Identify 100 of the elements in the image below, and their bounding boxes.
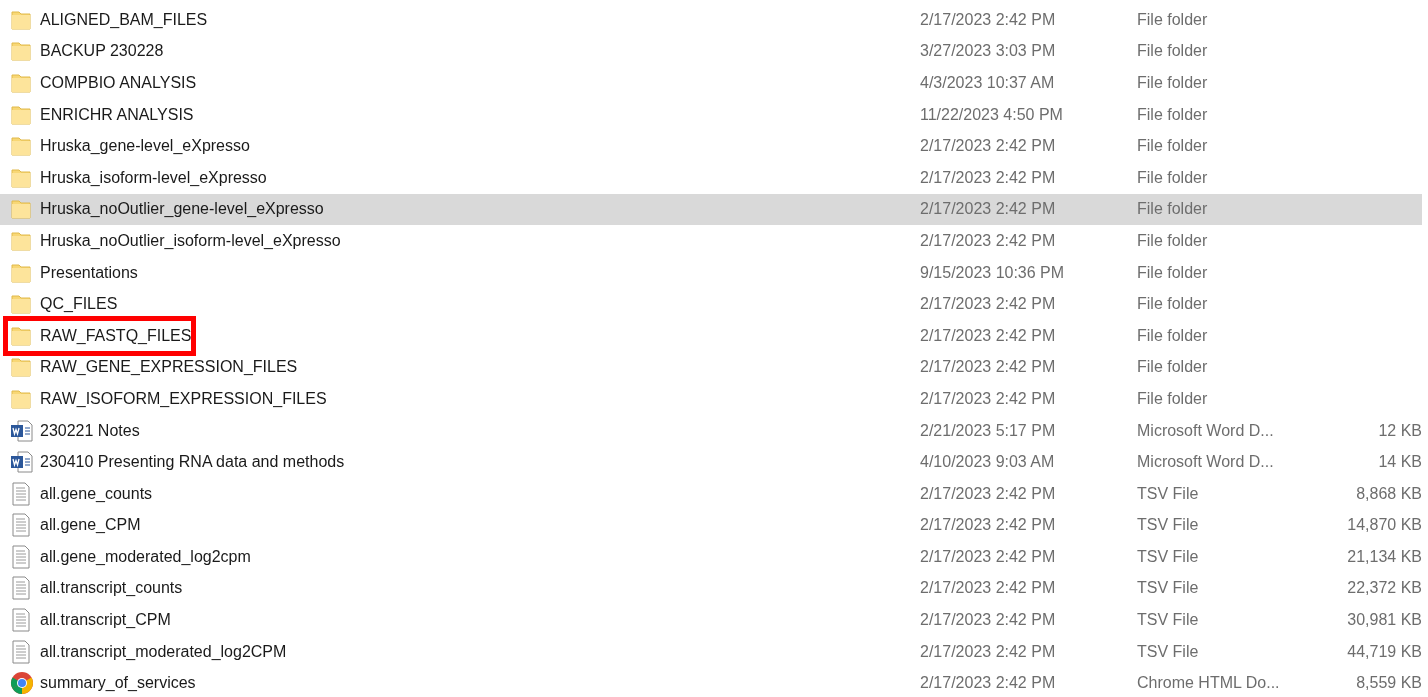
file-size: 30,981 KB — [1347, 610, 1422, 631]
file-row[interactable]: COMPBIO ANALYSIS 4/3/2023 10:37 AM File folder — [0, 67, 1422, 99]
file-name: Hruska_noOutlier_gene-level_eXpresso — [40, 199, 325, 220]
file-type: File folder — [1137, 357, 1209, 378]
file-type: File folder — [1137, 104, 1209, 125]
date-modified: 2/21/2023 5:17 PM — [920, 420, 1057, 441]
file-name: ALIGNED_BAM_FILES — [40, 9, 209, 30]
file-row[interactable]: RAW_ISOFORM_EXPRESSION_FILES 2/17/2023 2:42 PM File folder — [0, 383, 1422, 415]
file-row[interactable]: all.gene_counts 2/17/2023 2:42 PM TSV File 8,868 KB — [0, 477, 1422, 510]
file-row[interactable]: all.transcript_CPM 2/17/2023 2:42 PM TSV File 30,981 KB — [0, 604, 1422, 636]
file-row[interactable]: all.gene_CPM 2/17/2023 2:42 PM TSV File 14,870 KB — [0, 509, 1422, 542]
file-row[interactable]: RAW_FASTQ_FILES 2/17/2023 2:42 PM File folder — [0, 319, 1422, 352]
file-name: 230221 Notes — [40, 420, 141, 441]
folder-icon — [10, 261, 32, 284]
file-size: 12 KB — [1378, 420, 1422, 441]
folder-icon — [10, 387, 32, 410]
date-modified: 2/17/2023 2:42 PM — [920, 325, 1057, 346]
file-name: ENRICHR ANALYSIS — [40, 104, 195, 125]
folder-icon — [10, 8, 32, 31]
text-document-icon — [10, 481, 32, 506]
date-modified: 2/17/2023 2:42 PM — [920, 199, 1057, 220]
file-type: Microsoft Word D... — [1137, 420, 1275, 441]
file-name: QC_FILES — [40, 294, 119, 315]
file-size: 14,870 KB — [1347, 515, 1422, 536]
file-type: Microsoft Word D... — [1137, 452, 1275, 473]
file-type: File folder — [1137, 41, 1209, 62]
date-modified: 2/17/2023 2:42 PM — [920, 483, 1057, 504]
date-modified: 2/17/2023 2:42 PM — [920, 357, 1057, 378]
file-row[interactable]: ENRICHR ANALYSIS 11/22/2023 4:50 PM File folder — [0, 98, 1422, 131]
file-type: File folder — [1137, 230, 1209, 251]
date-modified: 2/17/2023 2:42 PM — [920, 673, 1057, 694]
file-type: File folder — [1137, 388, 1209, 409]
file-row[interactable]: all.gene_moderated_log2cpm 2/17/2023 2:42 PM TSV File 21,134 KB — [0, 541, 1422, 573]
folder-icon — [10, 135, 32, 158]
file-name: Hruska_noOutlier_isoform-level_eXpresso — [40, 230, 342, 251]
file-name: summary_of_services — [40, 673, 197, 694]
file-type: File folder — [1137, 294, 1209, 315]
file-row[interactable]: all.transcript_moderated_log2CPM 2/17/2023 2:42 PM TSV File 44,719 KB — [0, 635, 1422, 668]
folder-icon — [10, 293, 32, 316]
file-size: 44,719 KB — [1347, 641, 1422, 662]
file-size: 22,372 KB — [1347, 578, 1422, 599]
date-modified: 2/17/2023 2:42 PM — [920, 167, 1057, 188]
file-row[interactable]: ALIGNED_BAM_FILES 2/17/2023 2:42 PM File folder — [0, 4, 1422, 36]
folder-icon — [10, 40, 32, 63]
file-type: TSV File — [1137, 483, 1200, 504]
date-modified: 4/3/2023 10:37 AM — [920, 73, 1056, 93]
file-row[interactable]: Hruska_isoform-level_eXpresso 2/17/2023 2:42 PM File folder — [0, 161, 1422, 194]
file-row[interactable]: RAW_GENE_EXPRESSION_FILES 2/17/2023 2:42 PM File folder — [0, 351, 1422, 384]
file-name: COMPBIO ANALYSIS — [40, 73, 198, 93]
file-name: Presentations — [40, 262, 139, 283]
folder-icon — [10, 103, 32, 126]
file-size: 8,868 KB — [1356, 483, 1422, 504]
text-document-icon — [10, 576, 32, 601]
date-modified: 2/17/2023 2:42 PM — [920, 388, 1057, 409]
file-type: File folder — [1137, 325, 1209, 346]
file-type: File folder — [1137, 9, 1209, 30]
file-type: TSV File — [1137, 515, 1200, 536]
file-type: File folder — [1137, 199, 1209, 220]
file-type: TSV File — [1137, 641, 1200, 662]
file-type: File folder — [1137, 136, 1209, 157]
file-name: all.transcript_moderated_log2CPM — [40, 641, 288, 662]
file-name: Hruska_isoform-level_eXpresso — [40, 167, 268, 188]
text-document-icon — [10, 639, 32, 664]
file-name: all.gene_CPM — [40, 515, 142, 536]
text-document-icon — [10, 513, 32, 538]
file-row[interactable]: Hruska_gene-level_eXpresso 2/17/2023 2:42 PM File folder — [0, 130, 1422, 162]
word-document-icon — [10, 451, 34, 474]
file-name: 230410 Presenting RNA data and methods — [40, 452, 346, 473]
file-row[interactable]: BACKUP 230228 3/27/2023 3:03 PM File folder — [0, 35, 1422, 68]
file-type: TSV File — [1137, 610, 1200, 631]
file-name: RAW_GENE_EXPRESSION_FILES — [40, 357, 299, 378]
file-size: 8,559 KB — [1356, 673, 1422, 694]
file-type: Chrome HTML Do... — [1137, 673, 1281, 694]
file-row[interactable]: summary_of_services 2/17/2023 2:42 PM Chrome HTML Do... 8,559 KB — [0, 667, 1422, 697]
file-row[interactable]: QC_FILES 2/17/2023 2:42 PM File folder — [0, 288, 1422, 320]
date-modified: 2/17/2023 2:42 PM — [920, 641, 1057, 662]
date-modified: 2/17/2023 2:42 PM — [920, 610, 1057, 631]
file-name: all.transcript_CPM — [40, 610, 172, 631]
file-name: all.transcript_counts — [40, 578, 184, 599]
file-type: TSV File — [1137, 546, 1200, 567]
date-modified: 2/17/2023 2:42 PM — [920, 294, 1057, 315]
date-modified: 2/17/2023 2:42 PM — [920, 230, 1057, 251]
file-type: File folder — [1137, 73, 1209, 93]
file-row[interactable]: 230221 Notes 2/21/2023 5:17 PM Microsoft Word D... 12 KB — [0, 414, 1422, 447]
date-modified: 4/10/2023 9:03 AM — [920, 452, 1056, 473]
folder-icon — [10, 166, 32, 189]
folder-icon — [10, 356, 32, 379]
date-modified: 2/17/2023 2:42 PM — [920, 9, 1057, 30]
file-row[interactable]: all.transcript_counts 2/17/2023 2:42 PM TSV File 22,372 KB — [0, 572, 1422, 605]
file-row[interactable]: Hruska_noOutlier_gene-level_eXpresso 2/17/2023 2:42 PM File folder — [0, 193, 1422, 226]
file-name: all.gene_moderated_log2cpm — [40, 546, 252, 567]
text-document-icon — [10, 544, 32, 569]
file-name: all.gene_counts — [40, 483, 154, 504]
file-row[interactable]: Hruska_noOutlier_isoform-level_eXpresso 2/17/2023 2:42 PM File folder — [0, 225, 1422, 257]
file-size: 14 KB — [1378, 452, 1422, 473]
file-size: 21,134 KB — [1347, 546, 1422, 567]
folder-icon — [10, 198, 32, 221]
file-row[interactable]: 230410 Presenting RNA data and methods 4/10/2023 9:03 AM Microsoft Word D... 14 KB — [0, 446, 1422, 478]
folder-icon — [10, 72, 32, 94]
file-row[interactable]: Presentations 9/15/2023 10:36 PM File folder — [0, 256, 1422, 289]
